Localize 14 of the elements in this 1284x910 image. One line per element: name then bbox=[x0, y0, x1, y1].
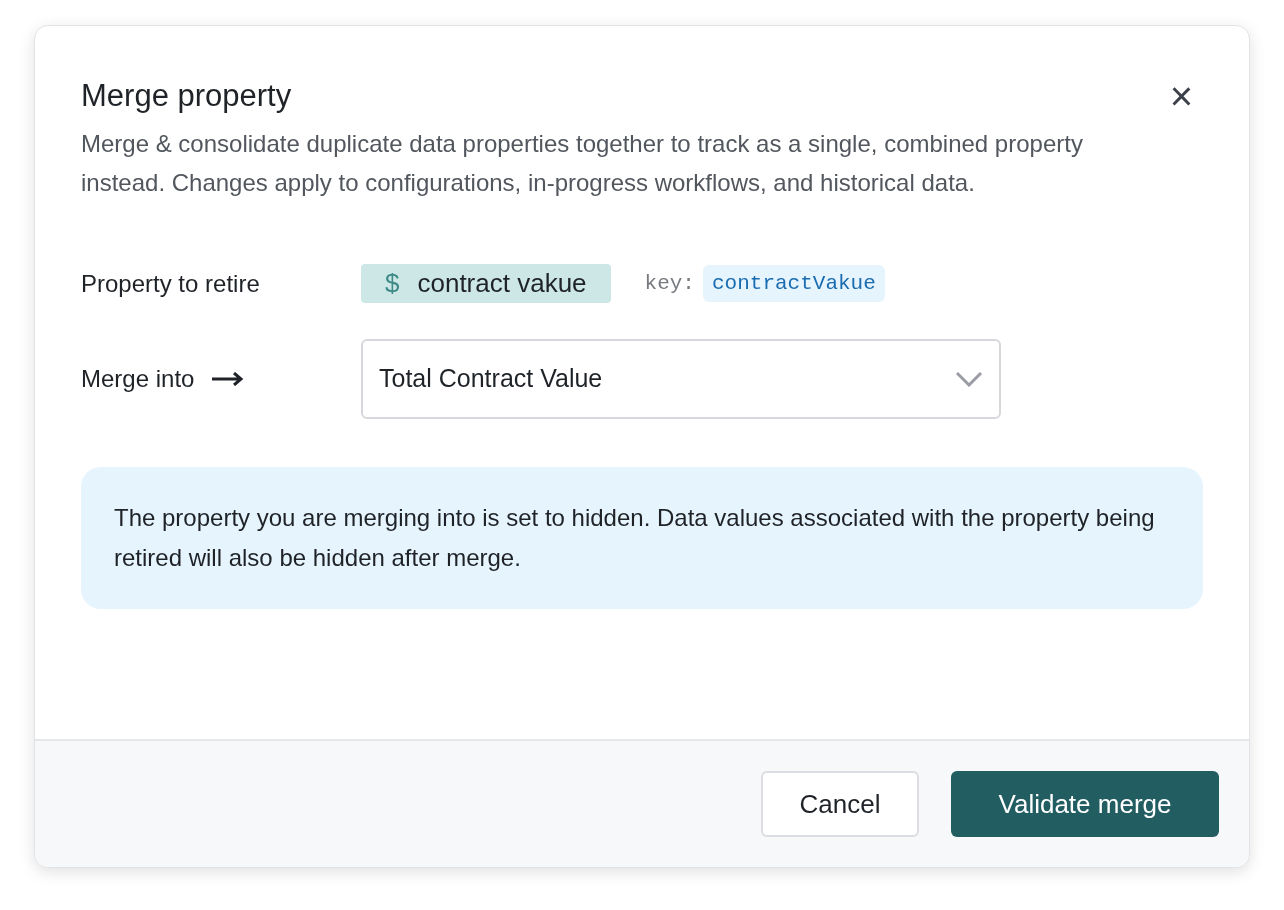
key-value: contractVakue bbox=[703, 264, 885, 303]
dialog-description: Merge & consolidate duplicate data properties together to track as a single, combined property instead. Changes apply to configurations, in-progress workflows, and historical data. bbox=[81, 129, 1084, 198]
chevron-down-icon bbox=[955, 371, 983, 387]
cancel-button[interactable]: Cancel bbox=[761, 771, 919, 837]
dollar-icon: $ bbox=[385, 264, 400, 303]
field-label: Property to retire bbox=[81, 268, 261, 299]
key-label: key: bbox=[644, 270, 695, 297]
validate-button[interactable]: Validate merge bbox=[951, 771, 1219, 837]
property-name: contract vakue bbox=[417, 267, 587, 300]
merge-target-select[interactable]: Total Contract Value bbox=[361, 339, 1001, 419]
close-button[interactable]: × bbox=[1169, 76, 1193, 116]
field-label: Merge into bbox=[81, 364, 195, 394]
notice-text: The property you are merging into is set to hidden. Data values associated with the property being retired will also be hidden after merge. bbox=[114, 503, 1156, 573]
dialog-title: Merge property bbox=[81, 77, 292, 115]
